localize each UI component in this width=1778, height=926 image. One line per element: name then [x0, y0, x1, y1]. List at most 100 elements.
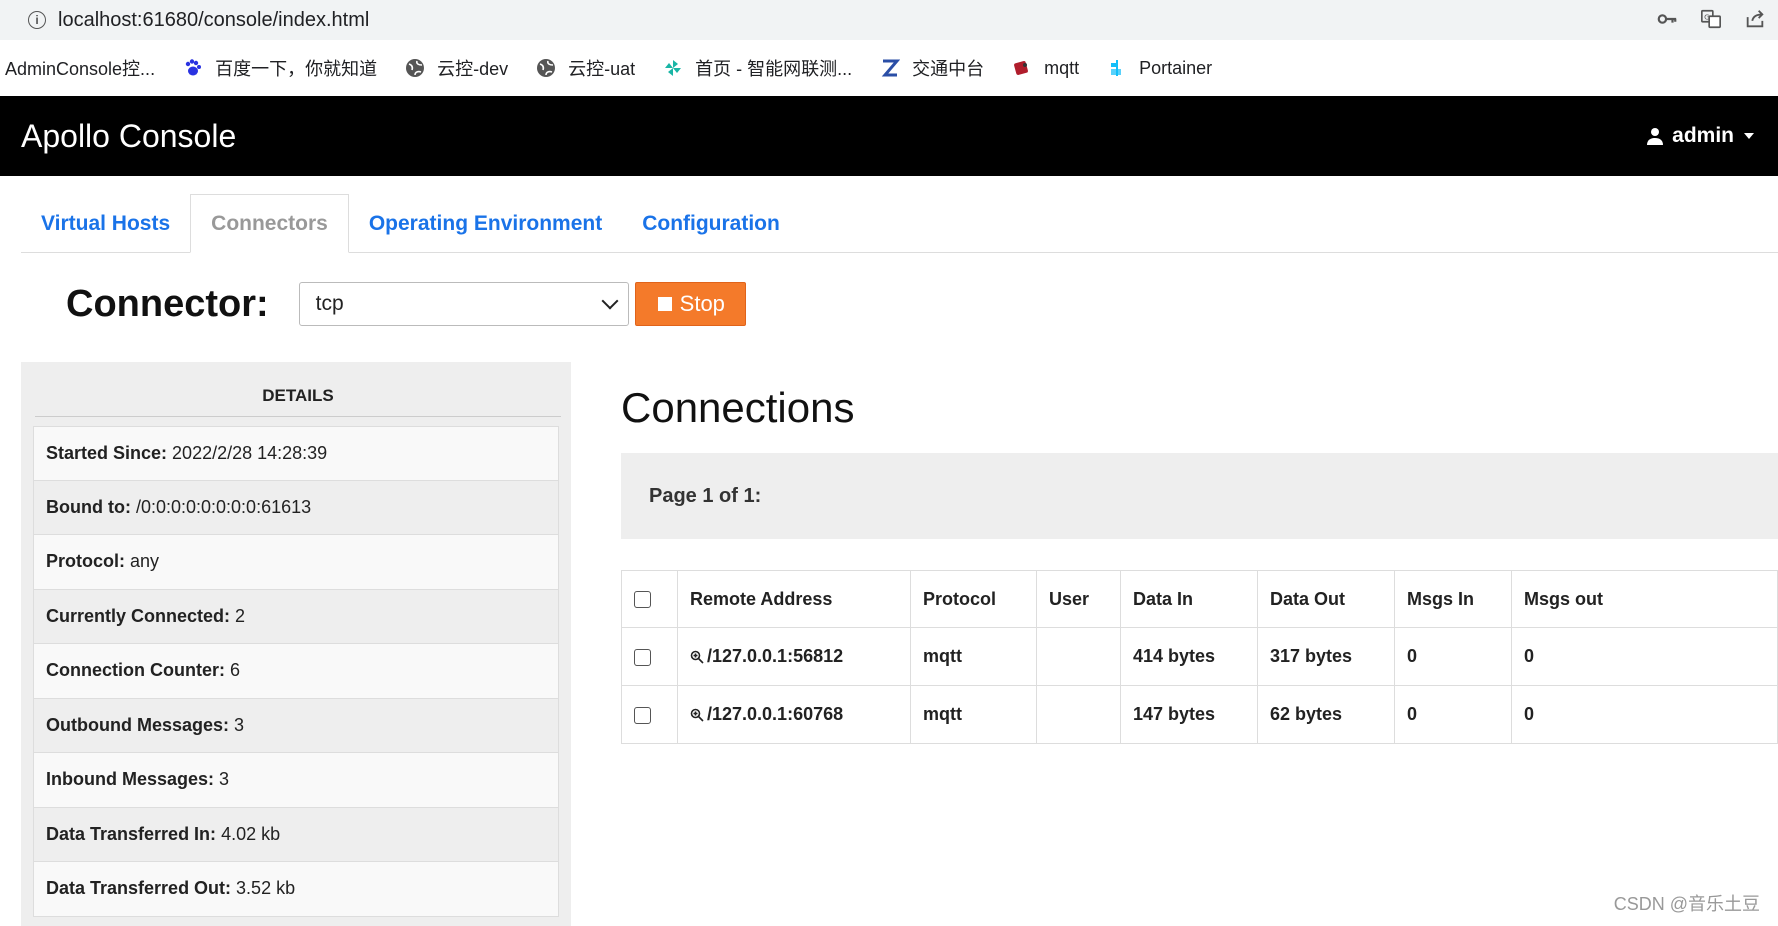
detail-value: 6	[229, 660, 240, 681]
bookmark-adminconsole[interactable]: AdminConsole控...	[5, 55, 155, 81]
portainer-icon	[1107, 58, 1127, 78]
detail-value: any	[130, 551, 160, 572]
connector-label: Connector:	[66, 282, 269, 325]
remote-address-link[interactable]: /127.0.0.1:60768	[707, 704, 843, 724]
row-select-cell	[621, 627, 678, 686]
bookmark-jiaotong[interactable]: 交通中台	[880, 55, 984, 81]
remote-address-link[interactable]: /127.0.0.1:56812	[707, 646, 843, 666]
svg-text:G: G	[1704, 12, 1710, 21]
msgs-in-cell: 0	[1394, 627, 1512, 686]
globe-icon	[536, 58, 556, 78]
column-header[interactable]: Msgs In	[1394, 570, 1512, 628]
share-icon[interactable]	[1742, 6, 1768, 32]
bookmark-label: 交通中台	[912, 59, 985, 79]
connector-selected-value: tcp	[315, 292, 344, 315]
column-header[interactable]: Protocol	[910, 570, 1037, 628]
detail-protocol: Protocol: any	[33, 535, 559, 590]
browser-url-bar: i localhost:61680/console/index.html G	[0, 0, 1778, 40]
table-header-row: Remote Address Protocol User Data In Dat…	[621, 570, 1778, 628]
caret-down-icon	[1744, 133, 1754, 139]
details-title: DETAILS	[35, 376, 561, 417]
detail-key: Outbound Messages:	[46, 714, 230, 735]
column-header[interactable]: Remote Address	[677, 570, 911, 628]
main-tabs: Virtual Hosts Connectors Operating Envir…	[21, 194, 1778, 253]
stop-button-label: Stop	[679, 291, 725, 316]
data-out-cell: 62 bytes	[1257, 685, 1395, 744]
site-info-icon[interactable]: i	[28, 11, 46, 29]
bookmark-zhineng[interactable]: 首页 - 智能网联测...	[663, 55, 852, 81]
key-icon[interactable]	[1654, 6, 1680, 32]
protocol-cell: mqtt	[910, 685, 1037, 744]
bookmark-label: 云控-dev	[437, 59, 509, 79]
detail-currently-connected: Currently Connected: 2	[33, 589, 559, 644]
user-menu[interactable]: admin	[1646, 124, 1754, 148]
tab-virtual-hosts[interactable]: Virtual Hosts	[21, 195, 190, 252]
detail-value: /0:0:0:0:0:0:0:0:61613	[135, 496, 312, 517]
detail-key: Started Since:	[46, 442, 168, 463]
msgs-out-cell: 0	[1511, 627, 1778, 686]
mqtt-logo-icon	[1012, 58, 1032, 78]
bookmark-label: AdminConsole控...	[5, 59, 156, 79]
bookmark-label: mqtt	[1044, 57, 1080, 78]
detail-value: 4.02 kb	[221, 823, 281, 844]
pagination-info: Page 1 of 1:	[621, 453, 1778, 539]
protocol-cell: mqtt	[910, 627, 1037, 686]
address-bar[interactable]: i localhost:61680/console/index.html	[12, 4, 1622, 36]
msgs-out-cell: 0	[1511, 685, 1778, 744]
row-checkbox[interactable]	[634, 648, 651, 666]
detail-key: Data Transferred Out:	[46, 878, 232, 899]
bookmark-label: 首页 - 智能网联测...	[695, 59, 853, 79]
z-logo-icon	[880, 58, 901, 78]
connections-title: Connections	[621, 384, 855, 431]
bookmark-label: Portainer	[1139, 57, 1213, 78]
msgs-in-cell: 0	[1394, 685, 1512, 744]
data-out-cell: 317 bytes	[1257, 627, 1395, 686]
translate-icon[interactable]: G	[1698, 6, 1724, 32]
chevron-down-icon	[601, 292, 619, 310]
bookmark-yunkong-uat[interactable]: 云控-uat	[536, 55, 635, 81]
url-text[interactable]: localhost:61680/console/index.html	[58, 9, 369, 32]
column-header[interactable]: Msgs out	[1511, 570, 1778, 628]
detail-value: 3	[234, 714, 245, 735]
detail-value: 2	[235, 605, 246, 626]
detail-started-since: Started Since: 2022/2/28 14:28:39	[33, 426, 559, 481]
row-select-cell	[621, 685, 678, 744]
detail-data-transferred-in: Data Transferred In: 4.02 kb	[33, 807, 559, 862]
row-checkbox[interactable]	[634, 706, 651, 724]
data-in-cell: 414 bytes	[1120, 627, 1258, 686]
column-header[interactable]: Data Out	[1257, 570, 1395, 628]
tab-operating-environment[interactable]: Operating Environment	[349, 195, 622, 252]
zoom-icon	[690, 650, 704, 664]
select-all-checkbox[interactable]	[634, 591, 651, 609]
detail-data-transferred-out: Data Transferred Out: 3.52 kb	[33, 862, 559, 917]
baidu-paw-icon	[183, 58, 203, 78]
detail-key: Currently Connected:	[46, 605, 231, 626]
detail-key: Inbound Messages:	[46, 769, 215, 790]
remote-address-cell[interactable]: /127.0.0.1:60768	[677, 685, 911, 744]
detail-value: 3.52 kb	[236, 878, 296, 899]
detail-inbound-messages: Inbound Messages: 3	[33, 753, 559, 808]
detail-bound-to: Bound to:/0:0:0:0:0:0:0:0:61613	[33, 480, 559, 535]
detail-key: Data Transferred In:	[46, 823, 217, 844]
table-row: /127.0.0.1:60768 mqtt 147 bytes 62 bytes…	[621, 685, 1778, 744]
column-header[interactable]: User	[1036, 570, 1121, 628]
bookmark-yunkong-dev[interactable]: 云控-dev	[405, 55, 508, 81]
tab-configuration[interactable]: Configuration	[622, 195, 800, 252]
pinwheel-icon	[663, 58, 683, 78]
detail-key: Bound to:	[46, 496, 131, 517]
user-cell	[1036, 627, 1121, 686]
globe-icon	[405, 58, 425, 78]
bookmark-baidu[interactable]: 百度一下，你就知道	[183, 55, 377, 81]
remote-address-cell[interactable]: /127.0.0.1:56812	[677, 627, 911, 686]
column-header[interactable]: Data In	[1120, 570, 1258, 628]
bookmark-portainer[interactable]: Portainer	[1107, 58, 1212, 79]
bookmark-mqtt[interactable]: mqtt	[1012, 58, 1079, 79]
app-navbar: Apollo Console admin	[0, 96, 1778, 176]
stop-button[interactable]: Stop	[634, 282, 746, 326]
select-all-cell	[621, 570, 678, 628]
user-icon	[1647, 128, 1664, 145]
connector-select[interactable]: tcp	[298, 282, 629, 326]
tab-connectors[interactable]: Connectors	[190, 194, 349, 253]
detail-outbound-messages: Outbound Messages: 3	[33, 698, 559, 753]
brand-title[interactable]: Apollo Console	[21, 118, 236, 155]
